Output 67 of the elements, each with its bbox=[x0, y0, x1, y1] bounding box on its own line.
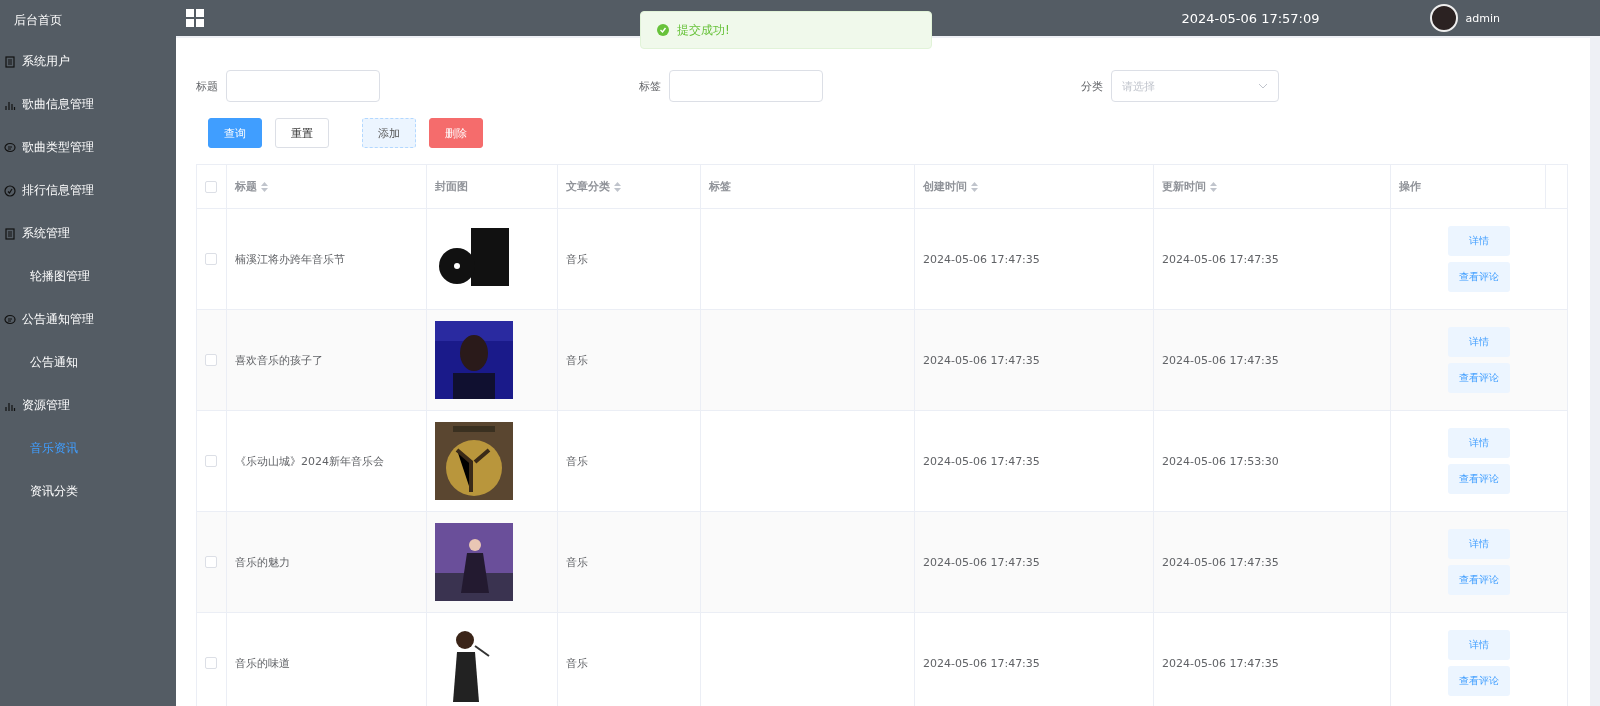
clock-check-icon bbox=[4, 184, 16, 197]
input-field[interactable] bbox=[226, 70, 380, 102]
chevron-down-icon bbox=[1258, 83, 1268, 89]
table-cell: 楠溪江将办跨年音乐节 bbox=[235, 251, 345, 267]
sidebar-subitem[interactable]: 公告通知 bbox=[0, 341, 176, 384]
sidebar-item[interactable]: 歌曲信息管理 bbox=[0, 83, 176, 126]
table-cell: 音乐 bbox=[566, 453, 588, 469]
grid-menu-icon[interactable] bbox=[186, 9, 204, 27]
table-cell: 2024-05-06 17:47:35 bbox=[923, 656, 1040, 670]
user-name[interactable]: admin bbox=[1465, 11, 1500, 25]
table-cell: 音乐 bbox=[566, 251, 588, 267]
checkbox[interactable] bbox=[205, 253, 217, 265]
column-header: 创建时间 bbox=[923, 179, 967, 194]
table-cell: 音乐 bbox=[566, 352, 588, 368]
sidebar-subitem[interactable]: 资讯分类 bbox=[0, 470, 176, 513]
checkbox[interactable] bbox=[205, 354, 217, 366]
checkbox[interactable] bbox=[205, 556, 217, 568]
date-time: 2024-05-06 17:57:09 bbox=[1181, 10, 1320, 26]
sidebar-item[interactable]: 排行信息管理 bbox=[0, 169, 176, 212]
column-header: 标签 bbox=[709, 179, 731, 194]
table-cell: 喜欢音乐的孩子了 bbox=[235, 352, 323, 368]
table-cell: 音乐的味道 bbox=[235, 655, 290, 671]
avatar[interactable] bbox=[1429, 4, 1458, 32]
checkbox[interactable] bbox=[205, 455, 217, 467]
sidebar-item[interactable]: 公告通知管理 bbox=[0, 298, 176, 341]
sort-icon[interactable] bbox=[261, 181, 268, 192]
action-button[interactable]: 添加 bbox=[362, 118, 416, 148]
sidebar-item[interactable]: 资源管理 bbox=[0, 384, 176, 427]
sort-icon[interactable] bbox=[1210, 181, 1217, 192]
sort-icon[interactable] bbox=[614, 181, 621, 192]
success-icon bbox=[657, 24, 669, 36]
action-button[interactable]: 重置 bbox=[275, 118, 329, 148]
table-cell: 音乐的魅力 bbox=[235, 554, 290, 570]
sort-icon[interactable] bbox=[971, 181, 978, 192]
sidebar-title[interactable]: 后台首页 bbox=[0, 0, 176, 40]
toast-message: 提交成功! bbox=[677, 21, 730, 39]
chat-icon bbox=[4, 313, 16, 326]
sidebar-subitem[interactable]: 轮播图管理 bbox=[0, 255, 176, 298]
column-header: 操作 bbox=[1399, 179, 1421, 194]
document-icon bbox=[4, 227, 16, 240]
checkbox[interactable] bbox=[205, 180, 217, 193]
input-field[interactable] bbox=[669, 70, 823, 102]
document-icon bbox=[4, 55, 16, 68]
chat-icon bbox=[4, 141, 16, 154]
table-cell: 2024-05-06 17:47:35 bbox=[1162, 656, 1279, 670]
filter-label: 分类 bbox=[1081, 78, 1103, 94]
sidebar-item[interactable]: 系统用户 bbox=[0, 40, 176, 83]
table-cell: 2024-05-06 17:47:35 bbox=[923, 454, 1040, 468]
table-cell: 2024-05-06 17:47:35 bbox=[1162, 252, 1279, 266]
checkbox[interactable] bbox=[205, 657, 217, 669]
table-cell: 2024-05-06 17:53:30 bbox=[1162, 454, 1279, 468]
sidebar-item[interactable]: 系统管理 bbox=[0, 212, 176, 255]
table-cell: 2024-05-06 17:47:35 bbox=[923, 252, 1040, 266]
column-header: 标题 bbox=[235, 179, 257, 194]
table-cell: 音乐 bbox=[566, 655, 588, 671]
sidebar-item[interactable]: 歌曲类型管理 bbox=[0, 126, 176, 169]
column-header: 封面图 bbox=[435, 179, 468, 194]
column-header: 更新时间 bbox=[1162, 179, 1206, 194]
filter-label: 标签 bbox=[639, 78, 661, 94]
table-cell: 2024-05-06 17:47:35 bbox=[923, 353, 1040, 367]
table-cell: 2024-05-06 17:47:35 bbox=[923, 555, 1040, 569]
table-cell: 《乐动山城》2024新年音乐会 bbox=[235, 453, 384, 469]
table-cell: 2024-05-06 17:47:35 bbox=[1162, 555, 1279, 569]
table-cell: 2024-05-06 17:47:35 bbox=[1162, 353, 1279, 367]
filter-label: 标题 bbox=[196, 78, 218, 94]
table-cell: 音乐 bbox=[566, 554, 588, 570]
column-header: 文章分类 bbox=[566, 179, 610, 194]
